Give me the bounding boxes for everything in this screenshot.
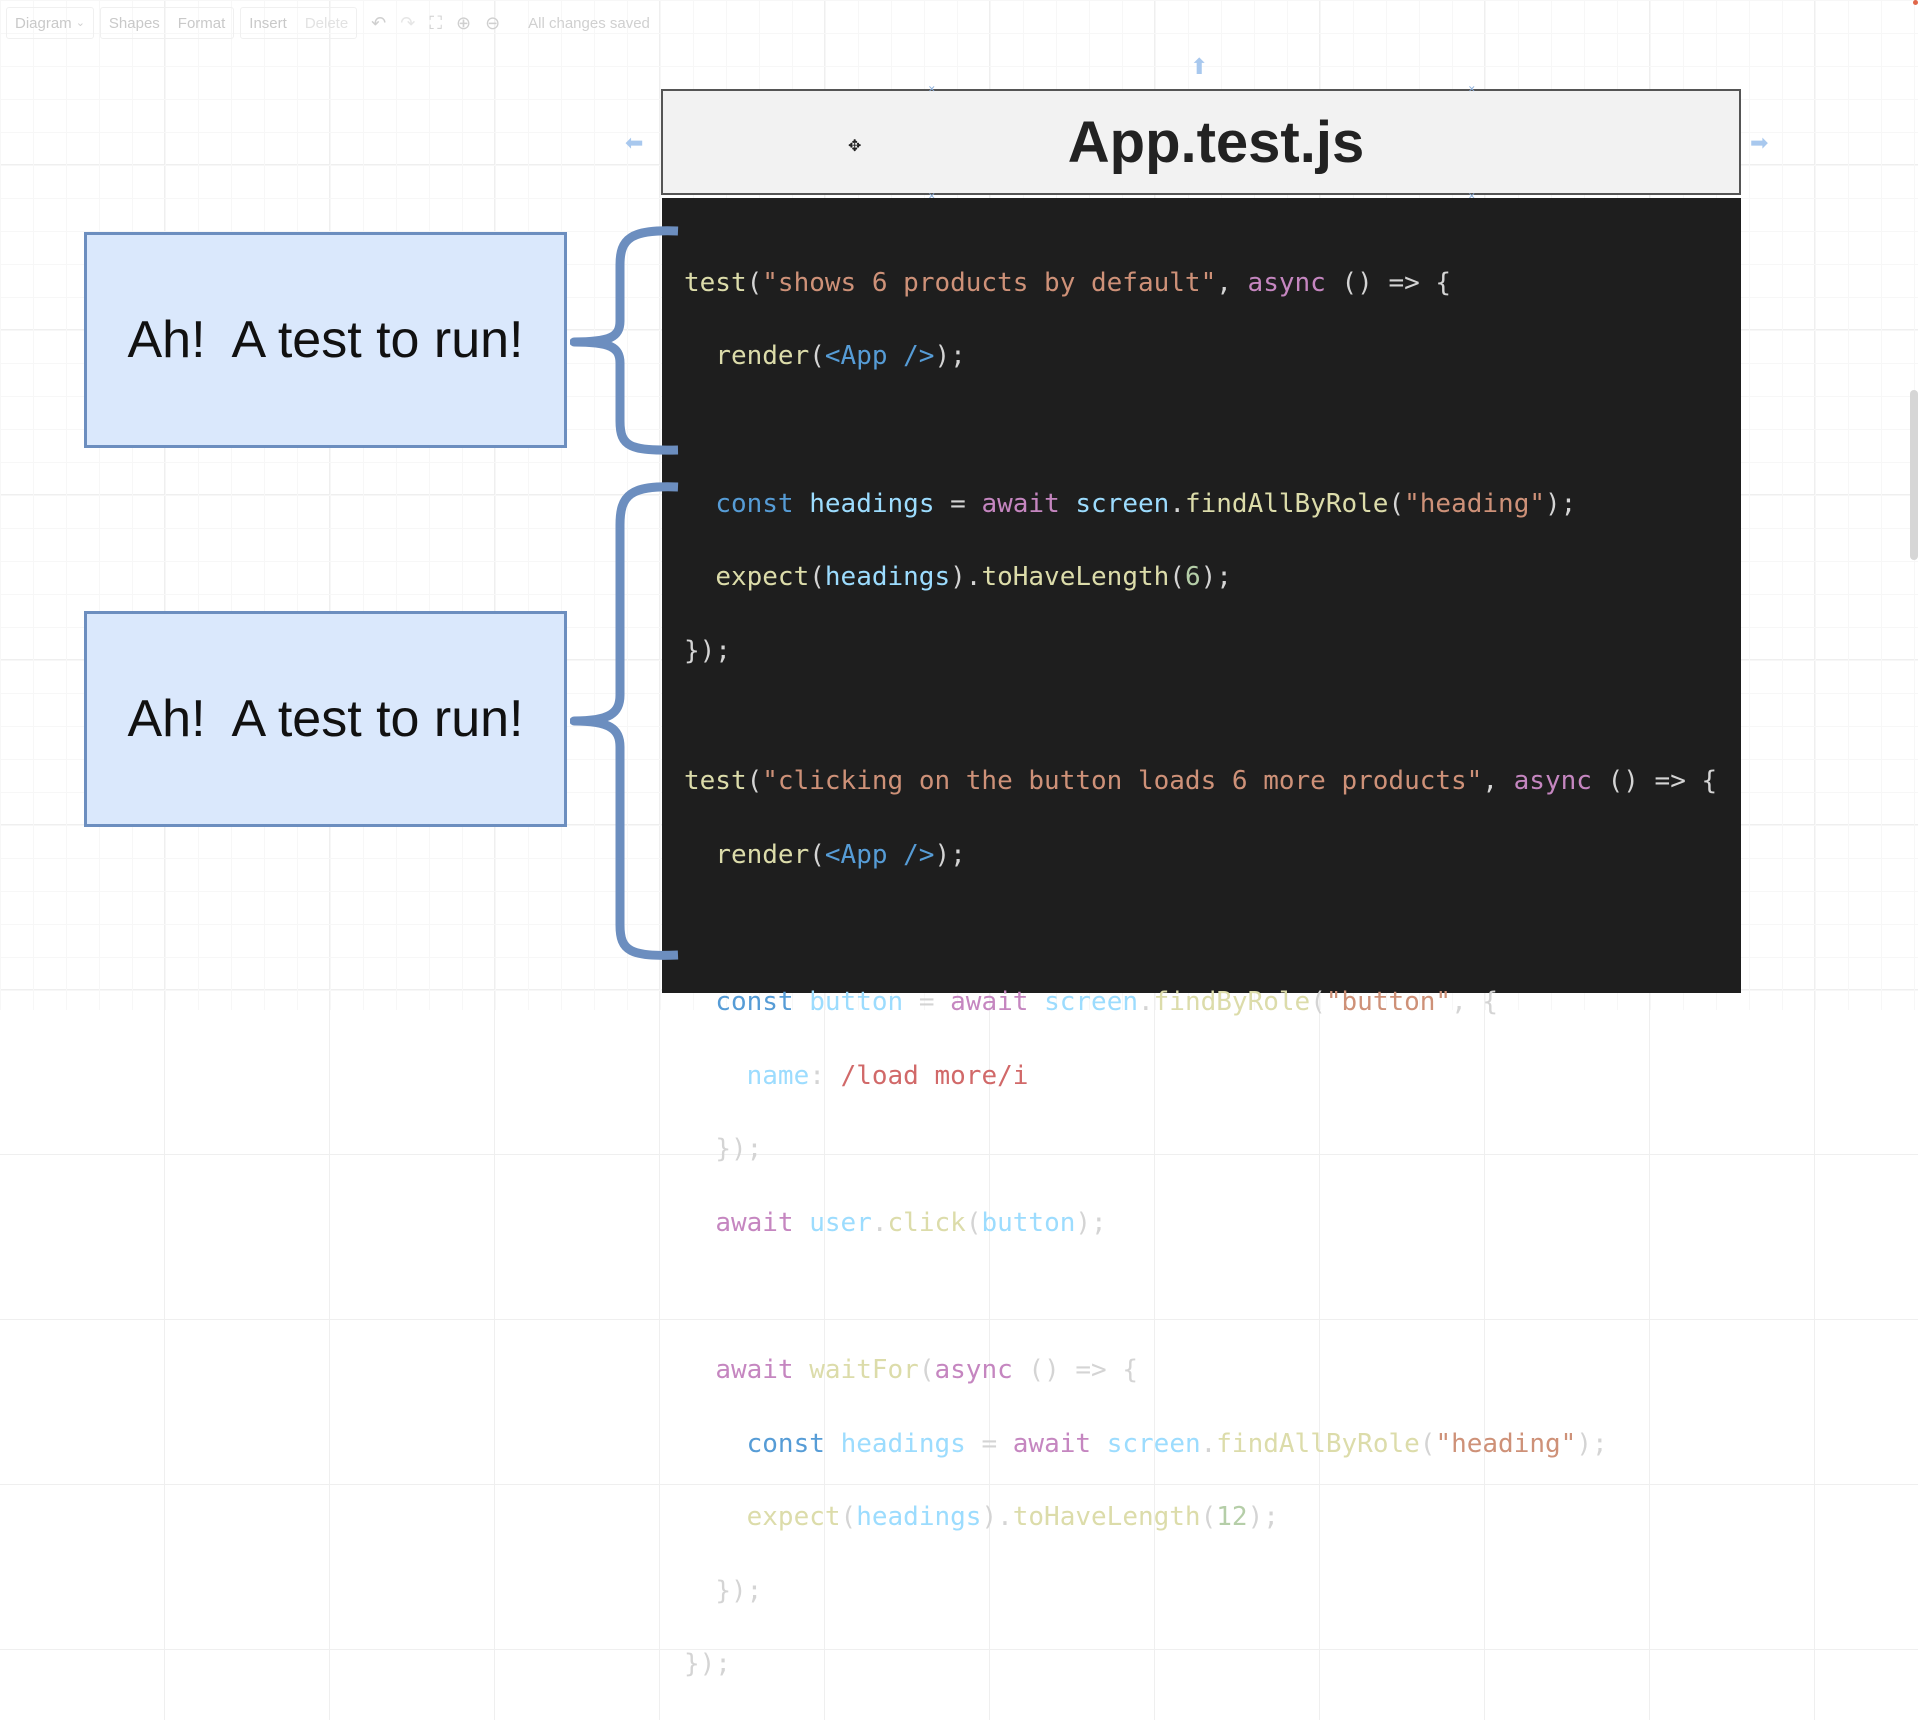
code-line: expect(headings).toHaveLength(12); [746, 1502, 1279, 1533]
curly-braces [570, 226, 679, 960]
redo-icon[interactable]: ↷ [400, 14, 415, 32]
code-line: expect(headings).toHaveLength(6); [715, 562, 1232, 593]
code-line: test("clicking on the button loads 6 mor… [684, 766, 1718, 797]
undo-icon[interactable]: ↶ [371, 14, 386, 32]
fullscreen-icon[interactable]: ⛶ [429, 14, 442, 32]
diagram-menu[interactable]: Diagram [15, 15, 72, 32]
arrow-right-handle-icon[interactable]: ➡ [1750, 132, 1768, 154]
delete-button[interactable]: Delete [305, 15, 348, 32]
title-text: App.test.js [1067, 109, 1365, 175]
zoom-out-icon[interactable]: ⊖ [485, 14, 500, 32]
panel-tabs-group: Shapes Format [99, 7, 235, 39]
code-line: test("shows 6 products by default", asyn… [684, 267, 1452, 298]
code-line: const headings = await screen.findAllByR… [715, 488, 1577, 519]
arrow-left-handle-icon[interactable]: ⬅ [625, 132, 643, 154]
notification-dot [1913, 0, 1918, 5]
code-line: render(<App />); [715, 341, 966, 372]
toolbar: Diagram ⌄ Shapes Format Insert Delete ↶ … [0, 0, 1918, 46]
code-line: }); [684, 1649, 731, 1680]
brace-bottom [570, 482, 679, 960]
resize-handle-icon[interactable]: ✕ [928, 85, 936, 94]
resize-handle-icon[interactable]: ✕ [1468, 85, 1476, 94]
diagram-menu-group: Diagram ⌄ [6, 7, 94, 39]
edit-group: Insert Delete [240, 7, 358, 39]
zoom-in-icon[interactable]: ⊕ [456, 14, 471, 32]
callout-text: Ah! A test to run! [127, 690, 524, 748]
insert-button[interactable]: Insert [249, 15, 287, 32]
code-line: }); [715, 1134, 763, 1165]
history-group: ↶ ↷ ⛶ ⊕ ⊖ [363, 8, 508, 38]
code-text: test("shows 6 products by default", asyn… [684, 228, 1717, 1720]
chevron-down-icon[interactable]: ⌄ [76, 17, 85, 29]
title-box[interactable]: ✥ App.test.js [661, 89, 1741, 195]
format-tab[interactable]: Format [178, 15, 226, 32]
code-line: }); [684, 635, 731, 666]
code-line: const headings = await screen.findAllByR… [746, 1428, 1608, 1459]
callout-box-2[interactable]: Ah! A test to run! [84, 611, 567, 827]
code-line: }); [715, 1575, 763, 1606]
brace-top [570, 226, 679, 455]
code-line: name: /load more/i [746, 1060, 1029, 1091]
code-block[interactable]: test("shows 6 products by default", asyn… [662, 198, 1741, 1679]
vertical-scrollbar[interactable] [1910, 390, 1918, 560]
arrow-up-handle-icon[interactable]: ⬆ [1190, 56, 1208, 78]
callout-box-1[interactable]: Ah! A test to run! [84, 232, 567, 448]
save-status: All changes saved [528, 14, 650, 32]
code-line: const button = await screen.findByRole("… [715, 986, 1499, 1017]
code-line: render(<App />); [715, 839, 966, 870]
move-cursor-icon: ✥ [848, 138, 862, 155]
code-line: await waitFor(async () => { [715, 1354, 1138, 1385]
callout-text: Ah! A test to run! [127, 311, 524, 369]
shapes-tab[interactable]: Shapes [109, 15, 160, 32]
code-line: await user.click(button); [715, 1207, 1107, 1238]
